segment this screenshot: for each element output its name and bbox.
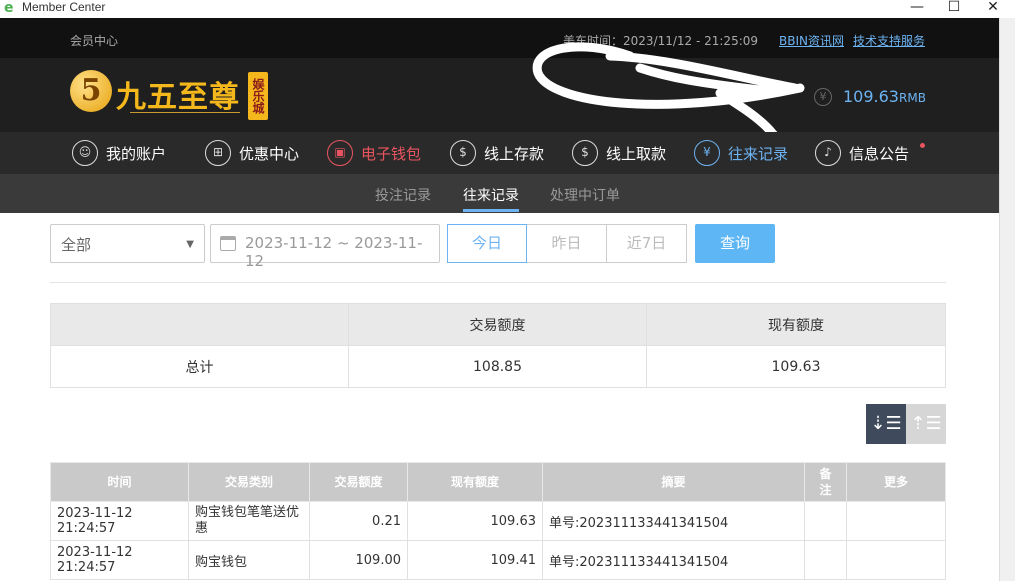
site-header: 5 九五至尊 娱乐城 ¥ 109.63 RMB — [0, 58, 999, 132]
summary-trade-amount: 108.85 — [348, 345, 647, 388]
column-header: 备注 — [804, 462, 847, 502]
summary-header: 交易额度 — [348, 303, 647, 346]
tech-support-link[interactable]: 技术支持服务 — [853, 32, 925, 49]
transactions-table: 时间 交易类别 交易额度 现有额度 摘要 备注 更多 2023-11-12 21… — [50, 462, 946, 580]
nav-announcements[interactable]: ♪ 信息公告 — [815, 132, 909, 174]
column-header: 交易额度 — [309, 462, 408, 502]
deposit-icon: $ — [450, 140, 476, 166]
nav-e-wallet[interactable]: ▣ 电子钱包 — [327, 132, 421, 174]
eastern-time: 美东时间：2023/11/12 - 21:25:09 — [563, 34, 759, 48]
cell-type: 购宝钱包笔笔送优惠 — [188, 501, 310, 541]
tab-pending-orders[interactable]: 处理中订单 — [550, 185, 620, 205]
cell-current-amount: 109.41 — [407, 540, 543, 580]
nav-label: 线上存款 — [484, 144, 545, 163]
browser-icon: e — [4, 0, 14, 16]
cell-summary: 单号:202311133441341504 — [542, 540, 805, 580]
nav-my-account[interactable]: ☺ 我的账户 — [72, 132, 166, 174]
member-center-label: 会员中心 — [70, 34, 119, 48]
nav-deposit[interactable]: $ 线上存款 — [450, 132, 544, 174]
nav-label: 电子钱包 — [361, 144, 422, 163]
summary-current-amount: 109.63 — [646, 345, 946, 388]
main-nav: ☺ 我的账户 ⊞ 优惠中心 ▣ 电子钱包 $ 线上存款 $ 线上取款 ¥ 往来记… — [0, 132, 999, 174]
bbin-news-link[interactable]: BBIN资讯网 — [779, 32, 844, 49]
today-button[interactable]: 今日 — [447, 224, 527, 263]
tab-bet-records[interactable]: 投注记录 — [375, 185, 431, 205]
cell-remark — [804, 501, 847, 541]
maximize-icon[interactable]: ☐ — [939, 0, 969, 16]
query-button[interactable]: 查询 — [695, 224, 775, 263]
gift-icon: ⊞ — [205, 140, 231, 166]
cell-more[interactable] — [846, 501, 946, 541]
nav-label: 信息公告 — [849, 144, 910, 163]
sort-asc-icon[interactable]: ⇡☰ — [906, 404, 946, 444]
balance-value: 109.63 — [843, 87, 899, 106]
active-tab-indicator — [463, 209, 519, 212]
sort-desc-icon[interactable]: ⇣☰ — [866, 404, 906, 444]
nav-label: 往来记录 — [728, 144, 789, 163]
balance-icon: ¥ — [814, 88, 832, 106]
tab-transaction-records[interactable]: 往来记录 — [463, 185, 519, 205]
column-header: 交易类别 — [188, 462, 310, 502]
nav-label: 线上取款 — [606, 144, 667, 163]
summary-header — [50, 303, 349, 346]
date-range-input[interactable]: 2023-11-12 ~ 2023-11-12 — [210, 224, 440, 270]
type-select[interactable]: 全部 ▼ — [50, 224, 205, 263]
cell-current-amount: 109.63 — [407, 501, 543, 541]
last-7-days-button[interactable]: 近7日 — [607, 224, 687, 263]
divider — [50, 282, 946, 283]
close-icon[interactable]: ✕ — [978, 0, 1008, 16]
nav-label: 优惠中心 — [239, 144, 300, 163]
balance-unit: RMB — [899, 91, 926, 105]
cell-summary: 单号:202311133441341504 — [542, 501, 805, 541]
wallet-icon: ▣ — [327, 140, 353, 166]
column-header: 更多 — [846, 462, 946, 502]
table-row: 2023-11-12 21:24:57 购宝钱包笔笔送优惠 0.21 109.6… — [50, 501, 946, 541]
cell-time: 2023-11-12 21:24:57 — [50, 501, 189, 541]
table-row: 2023-11-12 21:24:57 购宝钱包 109.00 109.41 单… — [50, 540, 946, 580]
nav-records[interactable]: ¥ 往来记录 — [694, 132, 788, 174]
logo-ornament — [130, 112, 240, 118]
minimize-icon[interactable]: — — [902, 0, 932, 16]
date-range-value: 2023-11-12 ~ 2023-11-12 — [245, 234, 423, 270]
bell-icon: ♪ — [815, 140, 841, 166]
column-header: 现有额度 — [407, 462, 543, 502]
window-titlebar: e Member Center — ☐ ✕ — [0, 0, 1015, 18]
yesterday-button[interactable]: 昨日 — [527, 224, 607, 263]
summary-header: 现有额度 — [646, 303, 946, 346]
cell-type: 购宝钱包 — [188, 540, 310, 580]
summary-table: 交易额度 现有额度 总计 108.85 109.63 — [50, 303, 946, 388]
scrollbar[interactable] — [999, 18, 1015, 581]
caret-down-icon: ▼ — [186, 239, 194, 250]
window-title: Member Center — [22, 0, 106, 14]
quick-date-group: 今日 昨日 近7日 — [447, 224, 687, 263]
cell-more[interactable] — [846, 540, 946, 580]
cell-remark — [804, 540, 847, 580]
top-info-bar: 会员中心 美东时间：2023/11/12 - 21:25:09 BBIN资讯网 … — [0, 18, 999, 58]
summary-total-label: 总计 — [50, 345, 349, 388]
logo-text: 九五至尊 — [116, 80, 240, 115]
logo-badge: 娱乐城 — [248, 72, 268, 120]
cell-trade-amount: 109.00 — [309, 540, 408, 580]
record-icon: ¥ — [694, 140, 720, 166]
notification-dot — [920, 143, 925, 148]
column-header: 摘要 — [542, 462, 805, 502]
cell-trade-amount: 0.21 — [309, 501, 408, 541]
column-header: 时间 — [50, 462, 189, 502]
logo-mark: 5 — [70, 70, 112, 112]
cell-time: 2023-11-12 21:24:57 — [50, 540, 189, 580]
nav-withdraw[interactable]: $ 线上取款 — [572, 132, 666, 174]
nav-promotions[interactable]: ⊞ 优惠中心 — [205, 132, 299, 174]
user-icon: ☺ — [72, 140, 98, 166]
calendar-icon — [220, 236, 236, 251]
type-select-value: 全部 — [61, 236, 92, 254]
withdraw-icon: $ — [572, 140, 598, 166]
nav-label: 我的账户 — [106, 144, 167, 163]
sub-nav: 投注记录 往来记录 处理中订单 — [0, 174, 999, 213]
